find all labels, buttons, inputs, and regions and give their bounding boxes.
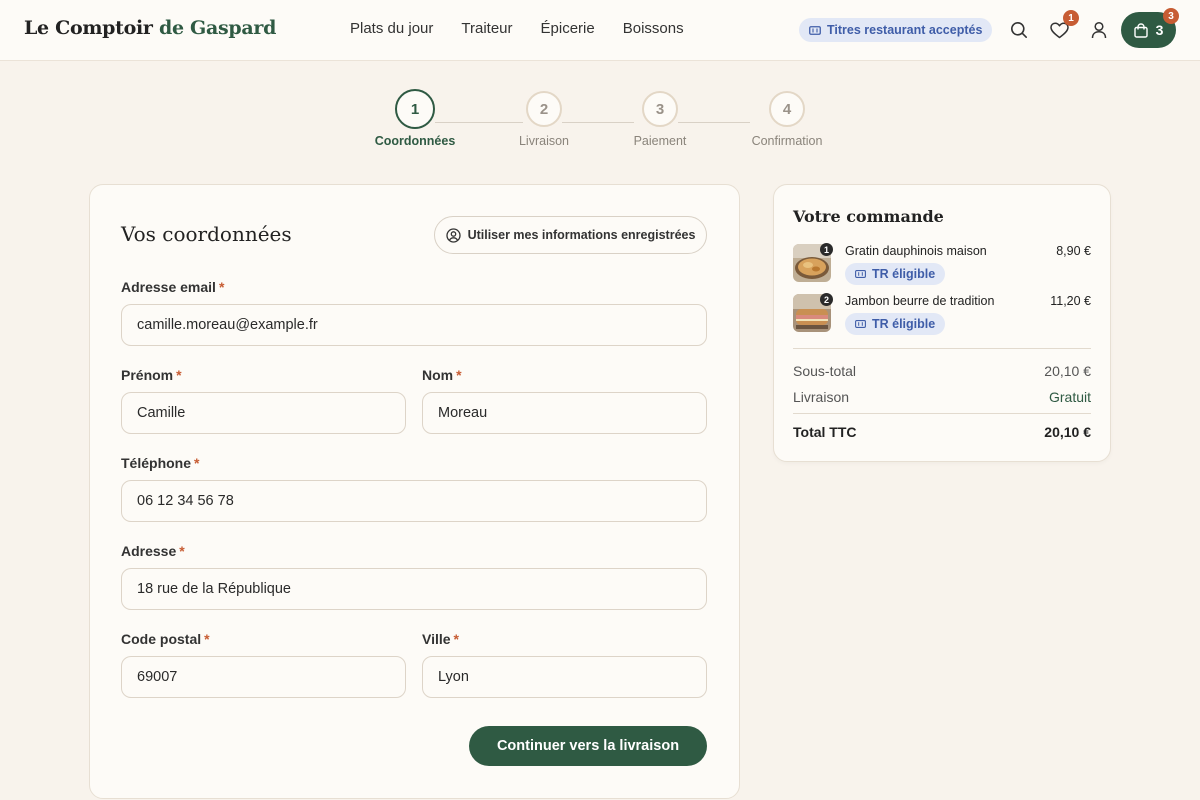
required-mark: * [453, 631, 459, 647]
logo[interactable]: Le Comptoir de Gaspard [24, 17, 276, 39]
use-saved-info-button[interactable]: Utiliser mes informations enregistrées [434, 216, 707, 254]
delivery-label: Livraison [793, 389, 850, 405]
step-paiement: 3 Paiement [600, 91, 720, 148]
email-field[interactable]: camille.moreau@example.fr [121, 304, 707, 346]
address-value: 18 rue de la République [137, 581, 291, 597]
order-summary-title: Votre commande [793, 207, 944, 226]
cart-count-badge: 3 [1163, 8, 1179, 24]
user-circle-icon [445, 227, 461, 243]
step-coordonnees: 1 Coordonnées [355, 89, 475, 148]
email-label: Adresse email * [121, 279, 224, 295]
lastname-label-text: Nom [422, 367, 454, 383]
required-mark: * [194, 455, 200, 471]
required-mark: * [456, 367, 462, 383]
item-quantity-badge: 1 [820, 243, 833, 256]
step-label: Paiement [633, 134, 687, 148]
address-field[interactable]: 18 rue de la République [121, 568, 707, 610]
meal-voucher-eligible-badge: TR éligible [845, 263, 946, 285]
logo-text: Le Comptoir [24, 17, 153, 39]
meal-voucher-pill: Titres restaurant acceptés [799, 18, 993, 42]
delivery-value: Gratuit [1048, 389, 1091, 405]
nav-item-epicerie[interactable]: Épicerie [541, 20, 595, 37]
zip-label: Code postal * [121, 631, 210, 647]
step-label: Confirmation [751, 134, 823, 148]
step-label: Coordonnées [374, 134, 456, 148]
search-button[interactable] [1009, 20, 1029, 40]
required-mark: * [204, 631, 210, 647]
form-title: Vos coordonnées [121, 222, 292, 246]
main-nav: Plats du jour Traiteur Épicerie Boissons [350, 20, 684, 37]
item-quantity-badge: 2 [820, 293, 833, 306]
zip-label-text: Code postal [121, 631, 202, 647]
phone-label: Téléphone * [121, 455, 199, 471]
nav-item-boissons[interactable]: Boissons [623, 20, 684, 37]
firstname-label: Prénom * [121, 367, 182, 383]
firstname-label-text: Prénom [121, 367, 174, 383]
nav-item-traiteur[interactable]: Traiteur [461, 20, 512, 37]
item-name: Jambon beurre de tradition [845, 294, 995, 308]
meal-voucher-eligible-label: TR éligible [872, 267, 936, 281]
meal-voucher-eligible-badge: TR éligible [845, 313, 946, 335]
item-name: Gratin dauphinois maison [845, 244, 987, 258]
step-label: Livraison [518, 134, 570, 148]
required-mark: * [176, 367, 182, 383]
search-icon [1011, 22, 1028, 39]
firstname-value: Camille [137, 405, 186, 421]
zip-value: 69007 [137, 669, 178, 685]
lastname-label: Nom * [422, 367, 462, 383]
firstname-field[interactable]: Camille [121, 392, 406, 434]
subtotal-value: 20,10 € [1044, 363, 1091, 379]
logo-text-accent: de Gaspard [158, 17, 277, 39]
ticket-icon [855, 270, 866, 278]
site-header: Le Comptoir de Gaspard Plats du jour Tra… [0, 0, 1200, 61]
account-button[interactable] [1089, 20, 1109, 40]
step-confirmation: 4 Confirmation [727, 91, 847, 148]
required-mark: * [179, 543, 185, 559]
total-value: 20,10 € [1044, 424, 1091, 440]
step-number: 1 [395, 89, 435, 129]
lastname-field[interactable]: Moreau [422, 392, 707, 434]
phone-field[interactable]: 06 12 34 56 78 [121, 480, 707, 522]
phone-value: 06 12 34 56 78 [137, 493, 234, 509]
city-value: Lyon [438, 669, 469, 685]
wishlist-count-badge: 1 [1063, 10, 1079, 26]
total-label: Total TTC [793, 424, 857, 440]
ticket-icon [809, 25, 821, 35]
phone-label-text: Téléphone [121, 455, 192, 471]
step-number: 3 [642, 91, 678, 127]
nav-item-plats-du-jour[interactable]: Plats du jour [350, 20, 433, 37]
step-number: 2 [526, 91, 562, 127]
required-mark: * [218, 279, 225, 295]
meal-voucher-eligible-label: TR éligible [872, 317, 936, 331]
email-label-text: Adresse email [121, 279, 216, 295]
item-price: 8,90 € [1056, 244, 1091, 258]
step-number: 4 [769, 91, 805, 127]
email-value: camille.moreau@example.fr [137, 317, 318, 333]
item-price: 11,20 € [1050, 294, 1091, 308]
zip-field[interactable]: 69007 [121, 656, 406, 698]
user-icon [1091, 21, 1107, 39]
meal-voucher-label: Titres restaurant acceptés [827, 23, 983, 37]
divider [793, 348, 1091, 349]
shopping-bag-icon [1133, 22, 1148, 38]
step-livraison: 2 Livraison [484, 91, 604, 148]
continue-to-delivery-button[interactable]: Continuer vers la livraison [469, 726, 707, 766]
city-label-text: Ville [422, 631, 451, 647]
city-label: Ville * [422, 631, 459, 647]
address-label: Adresse * [121, 543, 185, 559]
address-label-text: Adresse [121, 543, 177, 559]
cart-count: 3 [1155, 22, 1164, 38]
lastname-value: Moreau [438, 405, 488, 421]
divider [793, 413, 1091, 414]
city-field[interactable]: Lyon [422, 656, 707, 698]
subtotal-label: Sous-total [793, 363, 857, 379]
use-saved-info-label: Utiliser mes informations enregistrées [467, 228, 696, 242]
ticket-icon [855, 320, 866, 328]
